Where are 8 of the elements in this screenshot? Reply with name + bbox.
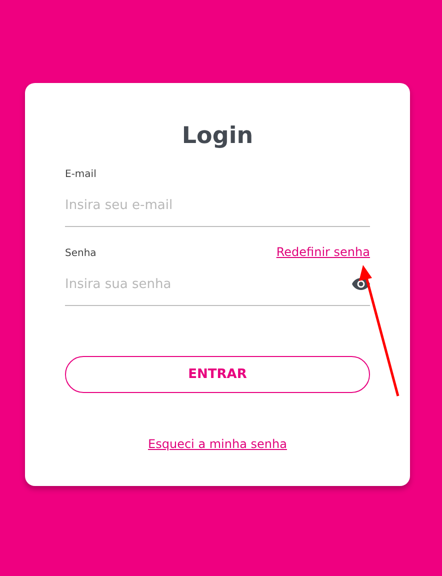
input-field[interactable]: Insira seu e-mail: [65, 198, 370, 212]
forgot-password-link[interactable]: Esqueci a minha senha: [148, 437, 287, 451]
reset-password-link[interactable]: Redefinir senha: [276, 245, 370, 259]
input-field[interactable]: Insira sua senha: [65, 276, 352, 292]
login-title: Login: [180, 122, 254, 151]
field-label: E-mail: [65, 169, 96, 180]
field-label: Senha: [65, 248, 96, 259]
submit-button[interactable]: ENTRAR: [65, 356, 370, 393]
